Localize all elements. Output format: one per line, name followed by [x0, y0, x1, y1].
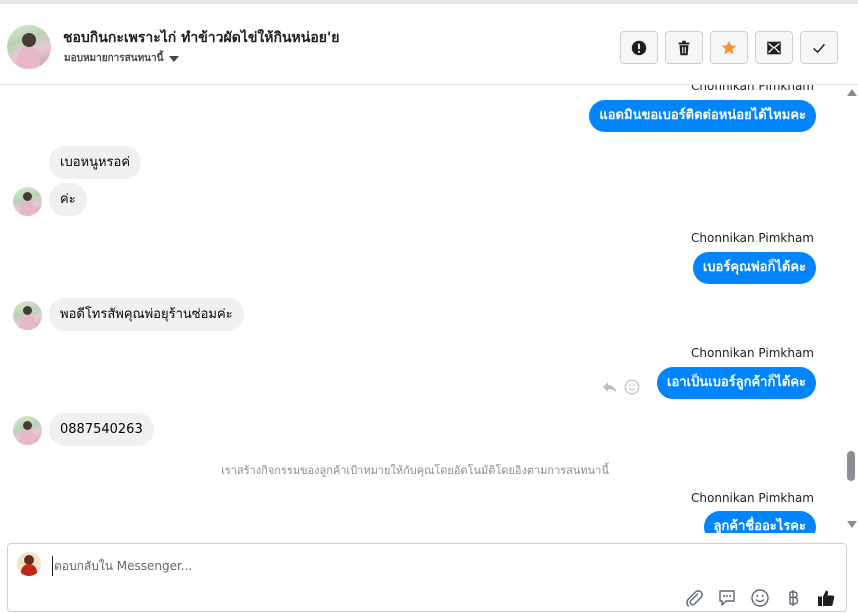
system-notice: เราสร้างกิจกรรมของลูกค้าเป้าหมายให้กับคุ… [221, 464, 609, 477]
outgoing-message[interactable]: แอดมินขอเบอร์ติดต่อหน่อยได้ไหมคะ [589, 100, 816, 132]
conversation-header: ชอบกินกะเพราะไก่ ทำข้าวผัดไข่ให้กินหน่อย… [0, 0, 858, 85]
reply-input[interactable] [52, 556, 752, 576]
contact-avatar-small[interactable] [13, 301, 42, 330]
incoming-message[interactable]: 0887540263 [49, 413, 154, 446]
mark-spam-button[interactable] [620, 31, 658, 64]
thumbs-up-icon[interactable] [816, 588, 836, 608]
baht-payment-icon[interactable] [783, 588, 803, 608]
scroll-up-arrow-icon[interactable] [847, 89, 857, 96]
sender-name: Chonnikan Pimkham [691, 231, 814, 245]
contact-avatar[interactable] [7, 25, 51, 69]
mark-unread-button[interactable] [755, 31, 793, 64]
sender-name: Chonnikan Pimkham [691, 491, 814, 505]
mark-done-button[interactable] [800, 31, 838, 64]
star-button[interactable] [710, 31, 748, 64]
trash-icon [678, 40, 690, 55]
assign-conversation-dropdown[interactable]: มอบหมายการสนทนานี้ [64, 51, 180, 66]
composer-tools [684, 588, 836, 608]
message-actions [602, 379, 640, 395]
outgoing-message[interactable]: เอาเป็นเบอร์ลูกค้าก็ได้คะ [657, 367, 816, 399]
contact-avatar-small[interactable] [13, 416, 42, 445]
outgoing-message[interactable]: ลูกค้าชื่ออะไรคะ [703, 511, 816, 533]
caret-down-icon [169, 55, 180, 62]
reply-composer [7, 543, 847, 612]
contact-name[interactable]: ชอบกินกะเพราะไก่ ทำข้าวผัดไข่ให้กินหน่อย… [63, 27, 339, 49]
messenger-inbox-window: ชอบกินกะเพราะไก่ ทำข้าวผัดไข่ให้กินหน่อย… [0, 0, 858, 613]
conversation-toolbar [620, 31, 838, 64]
sender-name: Chonnikan Pimkham [691, 346, 814, 360]
message-thread[interactable]: Chonnikan Pimkham แอดมินขอเบอร์ติดต่อหน่… [0, 85, 844, 533]
incoming-message[interactable]: พอดีโทรสัพคุณพ่อยุร้านซ่อมค่ะ [49, 298, 244, 331]
exclamation-icon [631, 40, 647, 55]
envelope-icon [767, 41, 781, 54]
star-icon [721, 40, 737, 54]
thread-scrollbar[interactable] [844, 85, 858, 533]
incoming-message[interactable]: เบอหนูหรอค่ [49, 146, 142, 179]
outgoing-message[interactable]: เบอร์คุณพ่อก็ได้คะ [692, 252, 816, 284]
contact-avatar-small[interactable] [13, 187, 42, 216]
scrollbar-thumb[interactable] [847, 451, 855, 481]
sender-name: Chonnikan Pimkham [691, 85, 814, 93]
scroll-down-arrow-icon[interactable] [847, 521, 857, 528]
delete-button[interactable] [665, 31, 703, 64]
page-avatar [17, 552, 41, 576]
reply-icon[interactable] [602, 379, 618, 395]
check-icon [813, 43, 825, 53]
paperclip-icon[interactable] [684, 588, 704, 608]
emoji-icon[interactable] [750, 588, 770, 608]
emoji-reaction-icon[interactable] [624, 379, 640, 395]
assign-label: มอบหมายการสนทนานี้ [64, 53, 164, 64]
incoming-message[interactable]: ค่ะ [49, 183, 87, 216]
saved-reply-icon[interactable] [717, 588, 737, 608]
